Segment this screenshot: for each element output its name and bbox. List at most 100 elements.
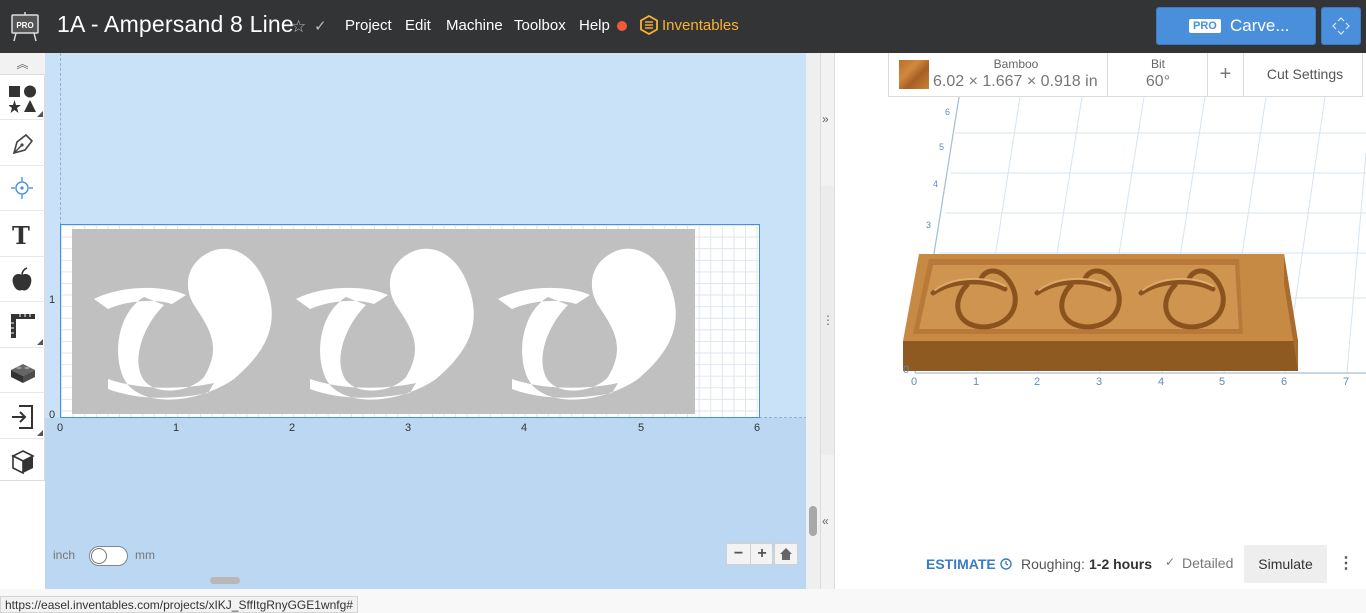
x-tick: 2 [289, 422, 296, 434]
shapes-tool[interactable] [0, 75, 45, 120]
x-tick: 3 [405, 422, 412, 434]
material-selector[interactable]: Bamboo 6.02 × 1.667 × 0.918 in [889, 53, 1108, 96]
menu-edit[interactable]: Edit [405, 17, 431, 34]
menu-toolbox[interactable]: Toolbox [514, 17, 566, 34]
canvas-vertical-scroll-track [806, 53, 820, 589]
unit-mm-label: mm [135, 548, 155, 562]
shapes-more-icon [37, 111, 43, 117]
measure-tool[interactable] [0, 303, 45, 348]
pen-icon [12, 133, 34, 155]
simulate-button[interactable]: Simulate [1244, 545, 1327, 583]
project-title[interactable]: 1A - Ampersand 8 Line [57, 11, 294, 38]
measure-more-icon [37, 339, 43, 345]
menu-help[interactable]: Help [579, 17, 610, 34]
home-view-button[interactable] [774, 543, 798, 565]
ampersand-design[interactable] [72, 229, 695, 414]
x-tick: 0 [57, 422, 64, 434]
design-canvas[interactable]: 0 1 2 3 4 5 6 1 0 inch mm − + [45, 53, 806, 589]
menu-project[interactable]: Project [345, 17, 392, 34]
expand-icon [1332, 17, 1350, 35]
svg-text:T: T [12, 221, 30, 249]
drag-handle-icon[interactable]: ⋮ [822, 313, 834, 327]
cube-icon [11, 450, 35, 475]
material-name: Bamboo [993, 57, 1039, 71]
vertical-scrollbar[interactable] [809, 506, 817, 536]
panel-splitter[interactable]: » ⋮ « [820, 53, 835, 589]
point-tool[interactable] [0, 166, 45, 211]
zoom-in-button[interactable]: + [750, 544, 773, 564]
preview-x-tick: 3 [1096, 376, 1102, 388]
zoom-out-button[interactable]: − [727, 544, 750, 564]
material-workpiece[interactable] [60, 224, 760, 418]
preview-x-tick: 4 [1158, 376, 1164, 388]
apps-tool[interactable] [0, 257, 45, 302]
import-tool[interactable] [0, 394, 45, 439]
bit-value: 60° [1145, 73, 1171, 90]
preview-x-tick: 0 [911, 376, 917, 388]
expand-left-icon[interactable]: « [822, 514, 829, 528]
preview-x-tick: 6 [1281, 376, 1287, 388]
inventables-link[interactable]: Inventables [662, 17, 739, 34]
canvas-x-guide [759, 417, 806, 418]
lego-icon [11, 364, 35, 383]
unit-toggle-knob [91, 548, 107, 564]
x-tick: 6 [754, 422, 761, 434]
x-tick: 5 [638, 422, 645, 434]
estimate-label[interactable]: ESTIMATE [926, 556, 996, 572]
cut-settings-label: Cut Settings [1266, 66, 1344, 82]
target-icon [11, 177, 33, 199]
cut-settings-button[interactable]: Cut Settings [1244, 53, 1364, 96]
preview-panel: 0 0 1 2 3 4 5 6 7 3 4 5 6 Bamboo 6.02 × … [835, 53, 1366, 589]
unit-inch-label: inch [52, 548, 75, 562]
y-tick: 1 [49, 294, 56, 306]
status-url: https://easel.inventables.com/projects/x… [0, 596, 358, 613]
star-icon[interactable]: ☆ [291, 17, 306, 37]
preview-y-tick: 4 [933, 179, 938, 189]
ruler-icon [11, 314, 35, 338]
preview-y-tick: 3 [926, 220, 931, 230]
y-tick: 0 [49, 409, 56, 421]
ampersand-paths [94, 248, 676, 400]
canvas-y-guide [60, 53, 61, 225]
bit-label: Bit [1150, 57, 1165, 71]
more-options-icon[interactable]: ⋮ [1335, 545, 1357, 583]
menu-machine[interactable]: Machine [446, 17, 503, 34]
bit-selector[interactable]: Bit 60° [1108, 53, 1208, 96]
canvas-offstock-area [45, 418, 806, 589]
add-bit-button[interactable]: + [1208, 53, 1244, 96]
zoom-controls: − + [726, 543, 773, 565]
easel-logo-icon[interactable]: PRO [11, 12, 39, 42]
shapes-icon [9, 85, 36, 113]
preview-x-tick: 7 [1343, 376, 1349, 388]
bamboo-swatch [899, 60, 929, 89]
machine-status-dot[interactable] [617, 21, 627, 31]
preview-x-tick: 2 [1034, 376, 1040, 388]
home-icon [780, 548, 792, 560]
horizontal-scrollbar[interactable] [210, 577, 240, 584]
3d-preview[interactable]: 0 0 1 2 3 4 5 6 7 3 4 5 6 [835, 53, 1366, 473]
pen-tool[interactable] [0, 121, 45, 166]
roughing-label: Roughing: [1021, 556, 1085, 572]
x-tick: 1 [173, 422, 180, 434]
pro-badge: PRO [1189, 19, 1221, 33]
detailed-option[interactable]: Detailed [1182, 555, 1233, 571]
carve-button[interactable]: PRO Carve... [1156, 7, 1316, 45]
roughing-value: 1-2 hours [1089, 556, 1153, 572]
left-toolbar: ︽ T [0, 53, 45, 481]
collapse-toolbar-icon[interactable]: ︽ [0, 53, 45, 75]
expand-right-icon[interactable]: » [822, 112, 829, 126]
preview-y-tick: 6 [945, 107, 950, 117]
material-bar: Bamboo 6.02 × 1.667 × 0.918 in Bit 60° +… [888, 53, 1363, 97]
inventables-logo-icon[interactable] [640, 15, 658, 35]
fullscreen-button[interactable] [1321, 7, 1361, 45]
text-tool[interactable]: T [0, 212, 45, 257]
preview-x-tick: 5 [1219, 376, 1225, 388]
carve-label: Carve... [1230, 16, 1290, 35]
detailed-check-icon: ✓ [1165, 555, 1176, 569]
3d-tool[interactable] [0, 439, 45, 484]
clock-icon[interactable] [1000, 558, 1012, 570]
pro-logo-text: PRO [16, 21, 33, 30]
parts-tool[interactable] [0, 348, 45, 393]
unit-toggle[interactable] [89, 546, 128, 566]
ampersand-1 [94, 248, 272, 400]
